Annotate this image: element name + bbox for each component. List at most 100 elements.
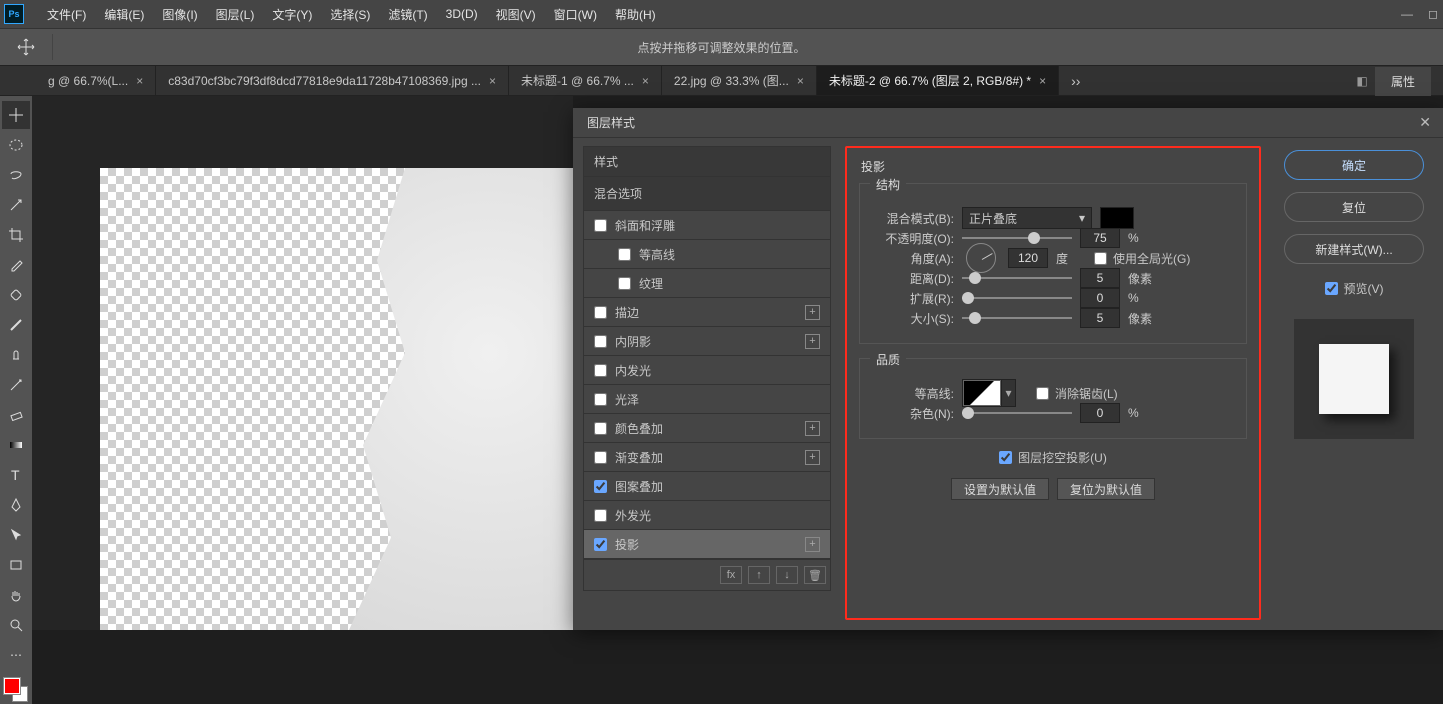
set-default-button[interactable]: 设置为默认值 (951, 478, 1049, 500)
noise-input[interactable] (1080, 403, 1120, 423)
menu-help[interactable]: 帮助(H) (606, 2, 665, 27)
heal-tool[interactable] (2, 281, 30, 309)
menu-view[interactable]: 视图(V) (487, 2, 545, 27)
pen-tool[interactable] (2, 491, 30, 519)
opacity-input[interactable] (1080, 228, 1120, 248)
style-checkbox[interactable] (594, 335, 607, 348)
color-swatches[interactable] (2, 676, 30, 704)
style-row-contour[interactable]: 等高线 (584, 240, 830, 269)
blend-mode-dropdown[interactable]: 正片叠底▾ (962, 207, 1092, 229)
global-light-check[interactable]: 使用全局光(G) (1094, 250, 1190, 267)
ok-button[interactable]: 确定 (1284, 150, 1424, 180)
style-checkbox[interactable] (594, 306, 607, 319)
style-checkbox[interactable] (594, 538, 607, 551)
wand-tool[interactable] (2, 191, 30, 219)
lasso-tool[interactable] (2, 161, 30, 189)
add-effect-icon[interactable]: + (805, 334, 820, 349)
trash-icon[interactable]: 🗑 (804, 566, 826, 584)
anti-alias-check[interactable]: 消除锯齿(L) (1036, 385, 1118, 402)
style-row-stroke[interactable]: 描边+ (584, 298, 830, 327)
distance-input[interactable] (1080, 268, 1120, 288)
document-canvas[interactable] (100, 168, 573, 630)
close-icon[interactable]: ✕ (1419, 114, 1431, 131)
style-checkbox[interactable] (594, 422, 607, 435)
reset-button[interactable]: 复位 (1284, 192, 1424, 222)
doc-tab-0[interactable]: g @ 66.7%(L...× (36, 66, 156, 95)
more-tabs-button[interactable]: ›› (1059, 66, 1092, 95)
doc-tab-4[interactable]: 未标题-2 @ 66.7% (图层 2, RGB/8#) *× (817, 66, 1059, 95)
path-select-tool[interactable] (2, 521, 30, 549)
move-tool[interactable] (2, 101, 30, 129)
maximize-icon[interactable]: ◻ (1427, 8, 1439, 20)
style-row-innerGlow[interactable]: 内发光 (584, 356, 830, 385)
menu-type[interactable]: 文字(Y) (263, 2, 321, 27)
eyedropper-tool[interactable] (2, 251, 30, 279)
close-icon[interactable]: × (797, 74, 804, 88)
distance-slider[interactable] (962, 269, 1072, 287)
panel-collapse-icon[interactable]: ◧ (1349, 74, 1375, 88)
style-checkbox[interactable] (594, 480, 607, 493)
style-row-colorOverlay[interactable]: 颜色叠加+ (584, 414, 830, 443)
add-effect-icon[interactable]: + (805, 421, 820, 436)
style-row-texture[interactable]: 纹理 (584, 269, 830, 298)
fx-icon[interactable]: fx (720, 566, 742, 584)
style-checkbox[interactable] (618, 277, 631, 290)
style-checkbox[interactable] (594, 509, 607, 522)
knockout-check[interactable]: 图层挖空投影(U) (999, 449, 1107, 466)
doc-tab-3[interactable]: 22.jpg @ 33.3% (图...× (662, 66, 817, 95)
spread-input[interactable] (1080, 288, 1120, 308)
close-icon[interactable]: × (136, 74, 143, 88)
move-tool-icon[interactable] (12, 33, 40, 61)
add-effect-icon[interactable]: + (805, 450, 820, 465)
arrow-up-icon[interactable]: ↑ (748, 566, 770, 584)
style-row-patOverlay[interactable]: 图案叠加 (584, 472, 830, 501)
size-input[interactable] (1080, 308, 1120, 328)
add-effect-icon[interactable]: + (805, 537, 820, 552)
brush-tool[interactable] (2, 311, 30, 339)
arrow-down-icon[interactable]: ↓ (776, 566, 798, 584)
shape-tool[interactable] (2, 551, 30, 579)
style-row-innerShadow[interactable]: 内阴影+ (584, 327, 830, 356)
marquee-tool[interactable] (2, 131, 30, 159)
add-effect-icon[interactable]: + (805, 305, 820, 320)
angle-input[interactable] (1008, 248, 1048, 268)
contour-picker[interactable]: ▾ (962, 379, 1016, 407)
menu-file[interactable]: 文件(F) (38, 2, 95, 27)
noise-slider[interactable] (962, 404, 1072, 422)
menu-select[interactable]: 选择(S) (321, 2, 379, 27)
more-tools[interactable]: ⋯ (2, 641, 30, 669)
menu-layer[interactable]: 图层(L) (207, 2, 264, 27)
menu-image[interactable]: 图像(I) (153, 2, 206, 27)
style-row-bevel[interactable]: 斜面和浮雕 (584, 211, 830, 240)
close-icon[interactable]: × (642, 74, 649, 88)
style-row-outerGlow[interactable]: 外发光 (584, 501, 830, 530)
spread-slider[interactable] (962, 289, 1072, 307)
close-icon[interactable]: × (489, 74, 496, 88)
close-icon[interactable]: × (1039, 74, 1046, 88)
eraser-tool[interactable] (2, 401, 30, 429)
style-checkbox[interactable] (594, 364, 607, 377)
stamp-tool[interactable] (2, 341, 30, 369)
menu-edit[interactable]: 编辑(E) (95, 2, 153, 27)
doc-tab-2[interactable]: 未标题-1 @ 66.7% ...× (509, 66, 662, 95)
size-slider[interactable] (962, 309, 1072, 327)
hand-tool[interactable] (2, 581, 30, 609)
style-checkbox[interactable] (594, 393, 607, 406)
style-row-satin[interactable]: 光泽 (584, 385, 830, 414)
gradient-tool[interactable] (2, 431, 30, 459)
zoom-tool[interactable] (2, 611, 30, 639)
reset-default-button[interactable]: 复位为默认值 (1057, 478, 1155, 500)
crop-tool[interactable] (2, 221, 30, 249)
preview-check[interactable]: 预览(V) (1325, 280, 1384, 297)
new-style-button[interactable]: 新建样式(W)... (1284, 234, 1424, 264)
minimize-icon[interactable]: — (1401, 8, 1413, 20)
type-tool[interactable]: T (2, 461, 30, 489)
style-checkbox[interactable] (618, 248, 631, 261)
history-brush-tool[interactable] (2, 371, 30, 399)
blending-options[interactable]: 混合选项 (584, 177, 830, 211)
properties-tab[interactable]: 属性 (1375, 67, 1431, 96)
style-checkbox[interactable] (594, 451, 607, 464)
menu-filter[interactable]: 滤镜(T) (379, 2, 436, 27)
style-row-gradOverlay[interactable]: 渐变叠加+ (584, 443, 830, 472)
doc-tab-1[interactable]: c83d70cf3bc79f3df8dcd77818e9da11728b4710… (156, 66, 509, 95)
